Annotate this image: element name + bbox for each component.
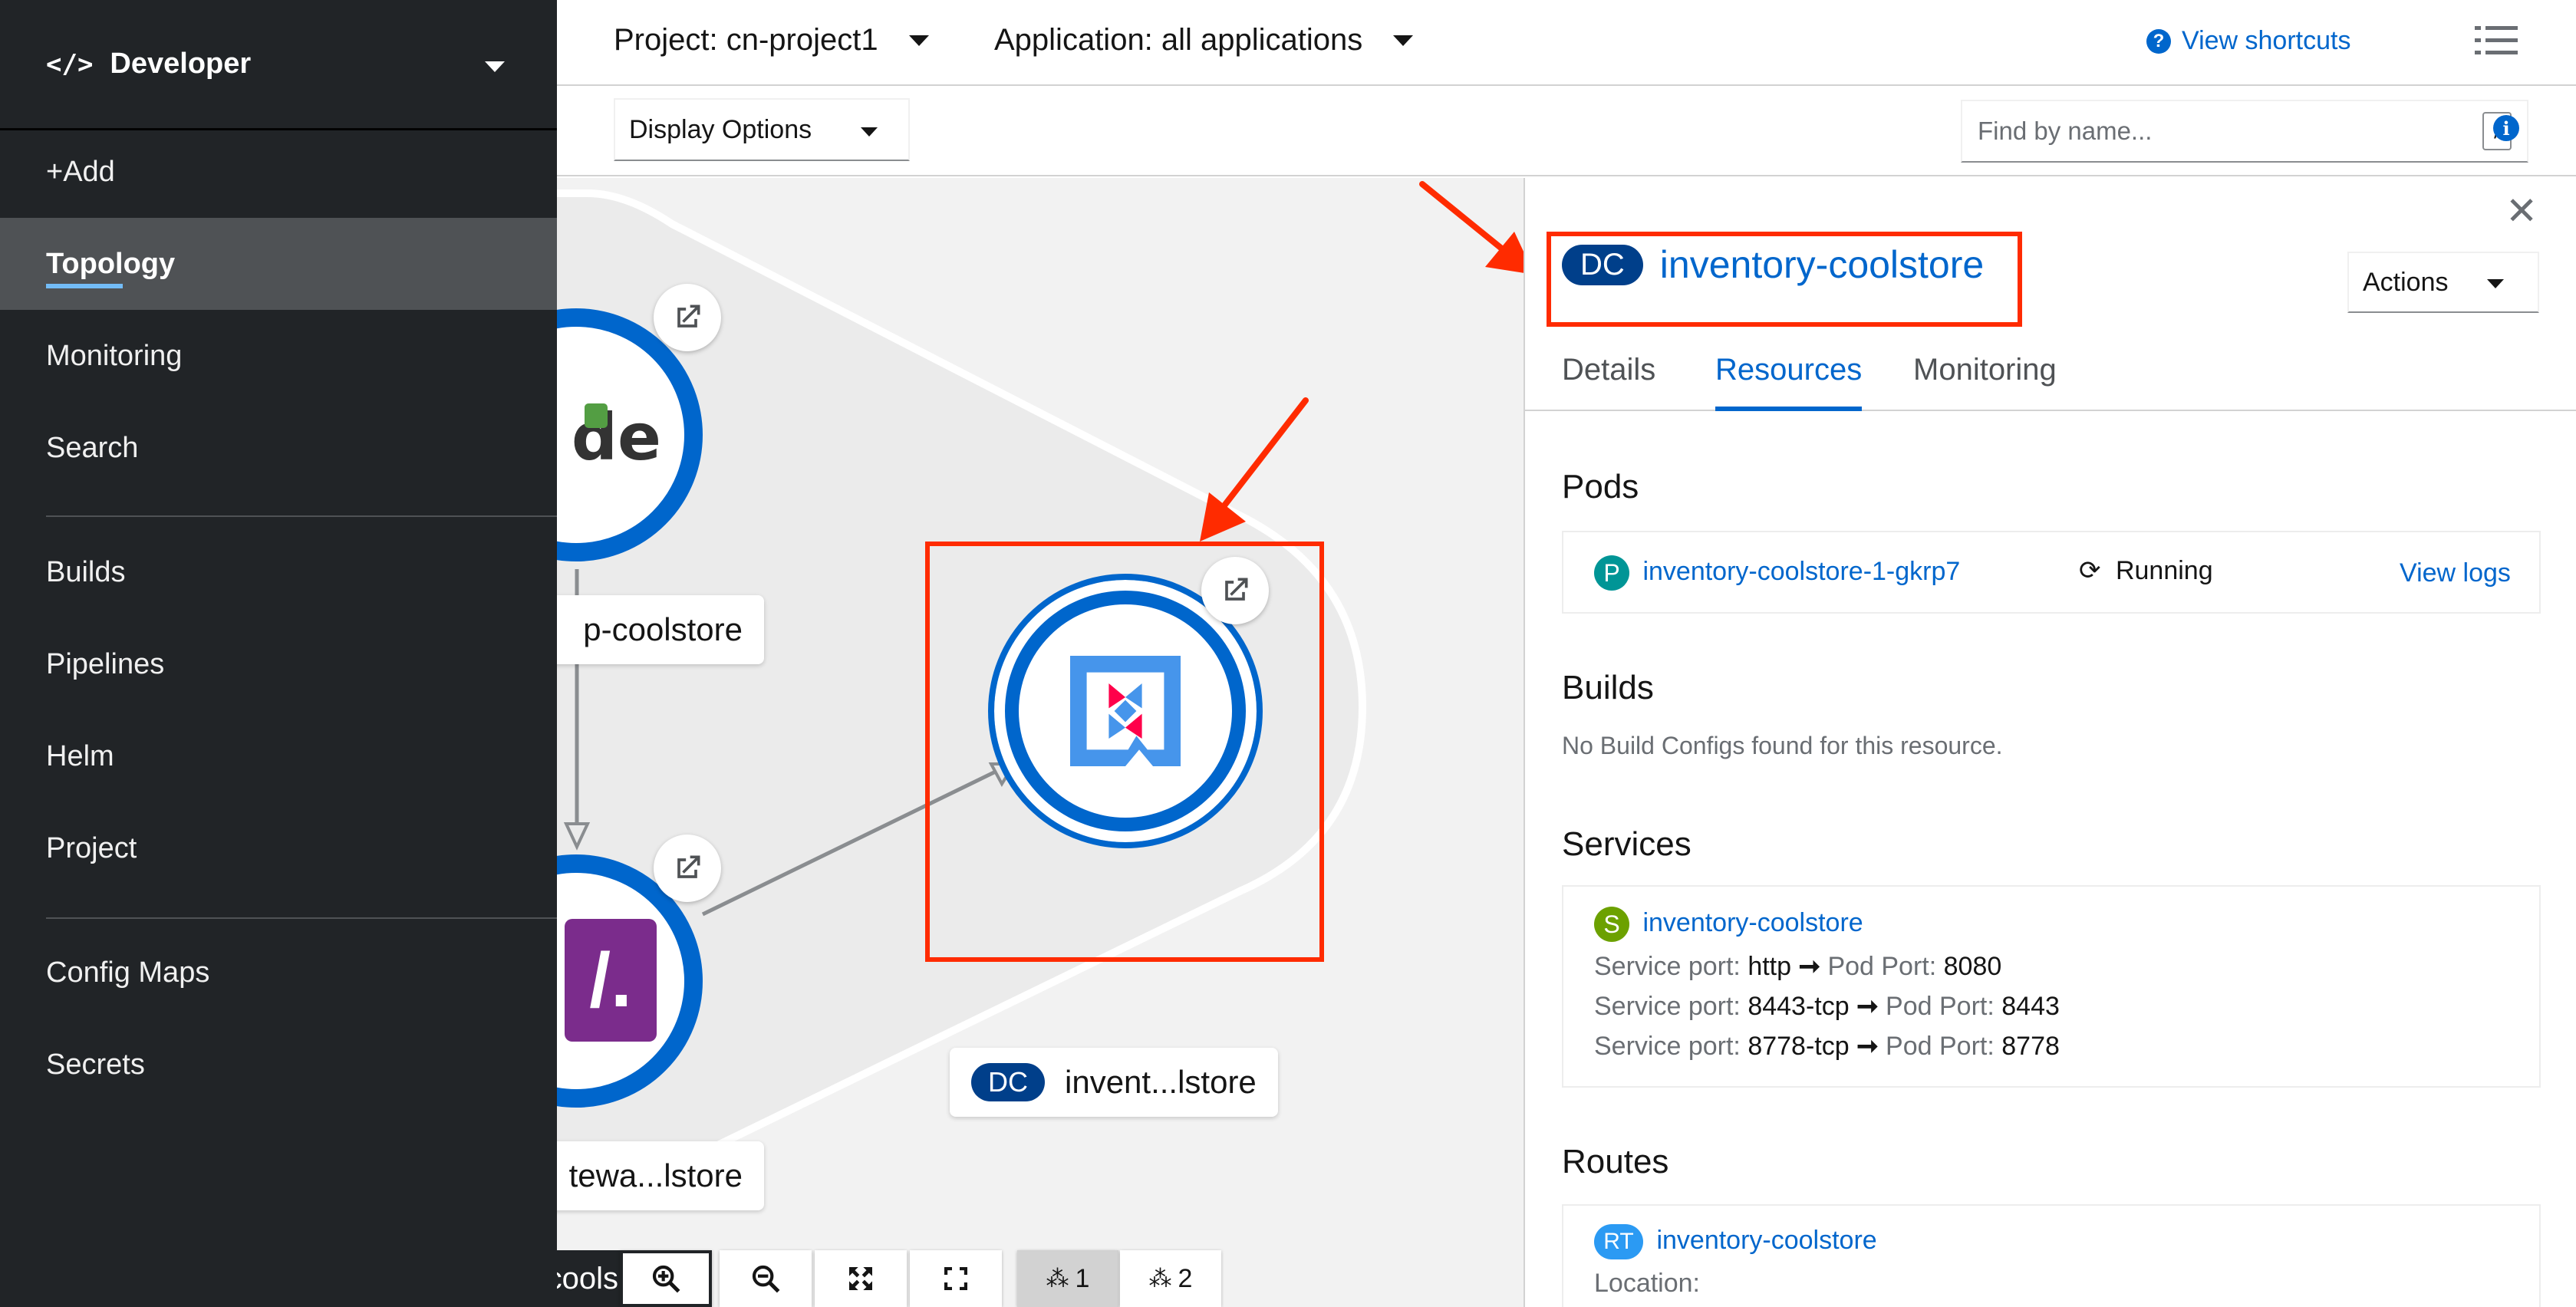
pod-badge: P bbox=[1594, 555, 1629, 591]
open-url-button[interactable] bbox=[654, 835, 721, 902]
layout-1-button[interactable]: ⁂ 1 bbox=[1017, 1250, 1118, 1307]
reset-view-button[interactable] bbox=[910, 1250, 1002, 1307]
nav-item-config-maps[interactable]: Config Maps bbox=[0, 927, 557, 1019]
nav-item-monitoring[interactable]: Monitoring bbox=[0, 310, 557, 402]
nav-item-secrets[interactable]: Secrets bbox=[0, 1019, 557, 1111]
nav-item-topology[interactable]: Topology bbox=[0, 218, 557, 310]
project-label: Project: cn-project1 bbox=[614, 23, 878, 57]
application-group-label[interactable]: cools bbox=[557, 1250, 623, 1307]
route-card: RT inventory-coolstore Location: bbox=[1562, 1204, 2541, 1307]
services-heading: Services bbox=[1562, 825, 1692, 863]
topology-canvas[interactable]: de p-coolstore /. tewa...lstore DC inven… bbox=[557, 178, 1524, 1307]
caret-down-icon bbox=[485, 61, 505, 72]
open-url-button[interactable] bbox=[654, 284, 721, 351]
info-icon[interactable]: i bbox=[2493, 115, 2519, 141]
builds-heading: Builds bbox=[1562, 669, 1654, 706]
vertx-logo-icon: /. bbox=[565, 919, 657, 1042]
service-badge: S bbox=[1594, 907, 1629, 942]
caret-down-icon bbox=[908, 35, 929, 46]
code-icon: </> bbox=[46, 48, 94, 80]
service-port-row: Service port: 8443-tcp ➞ Pod Port: 8443 bbox=[1594, 992, 2060, 1021]
display-options-label: Display Options bbox=[629, 114, 812, 144]
nav-item-helm[interactable]: Helm bbox=[0, 710, 557, 802]
view-shortcuts-link[interactable]: ? View shortcuts bbox=[2146, 26, 2350, 56]
service-port-row: Service port: http ➞ Pod Port: 8080 bbox=[1594, 952, 2002, 981]
pod-name-link[interactable]: inventory-coolstore-1-gkrp7 bbox=[1642, 557, 1960, 586]
nav-item-builds[interactable]: Builds bbox=[0, 526, 557, 618]
tab-monitoring[interactable]: Monitoring bbox=[1913, 353, 2057, 411]
caret-down-icon bbox=[1393, 35, 1414, 46]
nav-item-pipelines[interactable]: Pipelines bbox=[0, 618, 557, 710]
find-by-name-field: / bbox=[1961, 100, 2528, 163]
external-link-icon bbox=[677, 305, 700, 328]
tab-resources[interactable]: Resources bbox=[1715, 353, 1863, 411]
layout-2-label: 2 bbox=[1178, 1263, 1193, 1293]
view-shortcuts-label: View shortcuts bbox=[2182, 26, 2351, 55]
layout-1-label: 1 bbox=[1075, 1263, 1090, 1293]
node-label-text: invent...lstore bbox=[1065, 1064, 1257, 1100]
caret-down-icon bbox=[2487, 279, 2504, 288]
node-label[interactable]: p-coolstore bbox=[557, 595, 764, 664]
nav-divider bbox=[46, 515, 557, 517]
annotation-arrow-icon bbox=[1200, 397, 1309, 542]
list-view-icon[interactable] bbox=[2475, 23, 2518, 57]
service-card: S inventory-coolstore Service port: http… bbox=[1562, 885, 2541, 1088]
layout-2-button[interactable]: ⁂ 2 bbox=[1120, 1250, 1221, 1307]
zoom-out-button[interactable] bbox=[720, 1250, 812, 1307]
node-label[interactable]: tewa...lstore bbox=[557, 1141, 764, 1210]
application-dropdown[interactable]: Application: all applications bbox=[994, 23, 1414, 58]
fit-to-screen-button[interactable] bbox=[815, 1250, 907, 1307]
zoom-out-icon bbox=[752, 1265, 780, 1293]
service-port-row: Service port: 8778-tcp ➞ Pod Port: 8778 bbox=[1594, 1032, 2060, 1061]
actions-dropdown[interactable]: Actions bbox=[2347, 252, 2539, 313]
deployment-config-badge: DC bbox=[971, 1063, 1045, 1101]
zoom-in-button[interactable] bbox=[620, 1250, 712, 1307]
panel-tabs: Details Resources Monitoring bbox=[1525, 344, 2576, 411]
arrow-right-icon: ➞ bbox=[1798, 952, 1820, 981]
top-bar: Project: cn-project1 Application: all ap… bbox=[557, 0, 2576, 86]
routes-heading: Routes bbox=[1562, 1143, 1669, 1180]
arrow-right-icon: ➞ bbox=[1856, 992, 1879, 1021]
route-badge: RT bbox=[1594, 1224, 1643, 1259]
topology-layout-icon: ⁂ bbox=[1148, 1266, 1172, 1292]
arrow-right-icon: ➞ bbox=[1856, 1032, 1879, 1061]
nav-item-project[interactable]: Project bbox=[0, 802, 557, 894]
pods-heading: Pods bbox=[1562, 468, 1639, 505]
actions-label: Actions bbox=[2363, 267, 2449, 297]
annotation-highlight-box bbox=[925, 542, 1324, 962]
close-icon[interactable]: ✕ bbox=[2505, 189, 2538, 233]
application-label: Application: all applications bbox=[994, 23, 1363, 57]
pod-card: P inventory-coolstore-1-gkrp7 ⟳ Running … bbox=[1562, 531, 2541, 614]
route-location-label: Location: bbox=[1594, 1269, 1700, 1298]
find-by-name-input[interactable] bbox=[1962, 101, 2527, 161]
view-logs-link[interactable]: View logs bbox=[2400, 558, 2511, 588]
tab-details[interactable]: Details bbox=[1562, 353, 1655, 411]
perspective-label: Developer bbox=[110, 48, 252, 80]
nav-divider bbox=[46, 917, 557, 919]
sync-icon: ⟳ bbox=[2079, 556, 2101, 585]
builds-empty-text: No Build Configs found for this resource… bbox=[1562, 732, 2003, 759]
pod-status-text: Running bbox=[2115, 556, 2213, 585]
node-label[interactable]: DC invent...lstore bbox=[950, 1048, 1278, 1117]
sidebar: </> Developer +Add Topology Monitoring S… bbox=[0, 0, 557, 1307]
zoom-in-icon bbox=[652, 1265, 680, 1293]
project-dropdown[interactable]: Project: cn-project1 bbox=[614, 23, 929, 58]
nav-item-search[interactable]: Search bbox=[0, 402, 557, 494]
service-name-link[interactable]: inventory-coolstore bbox=[1642, 908, 1863, 937]
perspective-switcher[interactable]: </> Developer bbox=[0, 0, 557, 130]
resource-side-panel: ✕ DC inventory-coolstore Actions Details… bbox=[1524, 178, 2576, 1307]
question-circle-icon: ? bbox=[2146, 28, 2171, 54]
expand-arrows-icon bbox=[849, 1267, 872, 1290]
external-link-icon bbox=[677, 855, 700, 878]
caret-down-icon bbox=[861, 127, 878, 137]
topology-layout-icon: ⁂ bbox=[1046, 1266, 1069, 1292]
topology-toolbar: Display Options / i bbox=[557, 86, 2576, 176]
pod-status: ⟳ Running bbox=[2079, 555, 2213, 586]
nav-item-add[interactable]: +Add bbox=[0, 126, 557, 218]
annotation-highlight-box bbox=[1547, 232, 2022, 327]
route-name-link[interactable]: inventory-coolstore bbox=[1656, 1226, 1876, 1255]
display-options-dropdown[interactable]: Display Options bbox=[614, 98, 910, 161]
expand-icon bbox=[944, 1267, 967, 1290]
